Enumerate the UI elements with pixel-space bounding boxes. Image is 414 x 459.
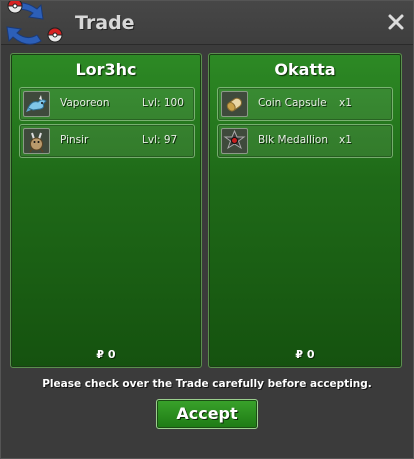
trade-notice: Please check over the Trade carefully be… [42,378,372,390]
window-title: Trade [75,12,135,34]
item-quantity: x1 [339,134,352,146]
trade-panel-lor3hc: Lor3hc Vaporeon Lvl: 100 Pinsir Lvl: 97 … [10,53,202,368]
swap-arrows-icon [1,0,71,49]
money-offer: ₽ 0 [96,348,116,361]
title-bar[interactable]: Trade [1,0,413,45]
trader-name: Lor3hc [75,60,137,79]
trade-item-blk-medallion[interactable]: Blk Medallion x1 [217,124,393,158]
trade-item-pinsir[interactable]: Pinsir Lvl: 97 [19,124,195,158]
item-name: Blk Medallion [258,134,328,146]
item-name: Vaporeon [60,97,110,109]
item-level: Lvl: 100 [142,97,184,109]
item-level: Lvl: 97 [142,134,178,146]
pinsir-icon [23,128,50,154]
vaporeon-icon [23,91,50,117]
trade-item-coin-capsule[interactable]: Coin Capsule x1 [217,87,393,121]
trade-panel-okatta: Okatta Coin Capsule x1 Blk Medallion x1 … [208,53,402,368]
item-name: Coin Capsule [258,97,327,109]
item-name: Pinsir [60,134,89,146]
coin-capsule-icon [221,91,248,117]
accept-button[interactable]: Accept [156,399,258,429]
item-quantity: x1 [339,97,352,109]
trade-window: Trade Lor3hc Vaporeon Lvl: 100 Pinsir Lv… [0,0,414,459]
trade-item-vaporeon[interactable]: Vaporeon Lvl: 100 [19,87,195,121]
money-offer: ₽ 0 [295,348,315,361]
blk-medallion-icon [221,128,248,154]
trader-name: Okatta [274,60,336,79]
close-icon[interactable] [386,12,406,32]
